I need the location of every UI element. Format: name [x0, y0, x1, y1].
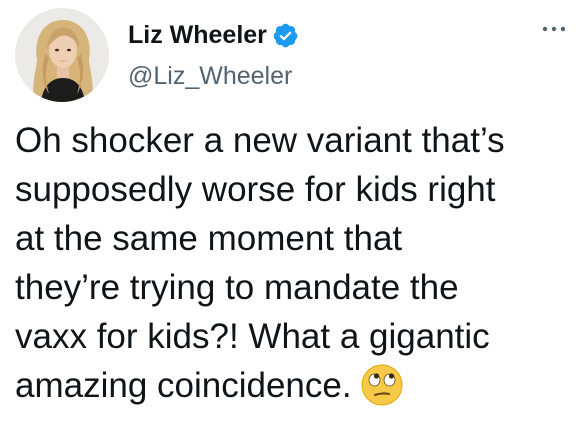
verified-badge-icon: [272, 22, 299, 49]
tweet-text-line: amazing coincidence.: [15, 366, 352, 405]
tweet-card: Liz Wheeler @Liz_Wheeler Oh shocker a ne…: [0, 0, 581, 424]
author-handle[interactable]: @Liz_Wheeler: [128, 60, 292, 92]
more-options-icon[interactable]: [536, 14, 572, 44]
tweet-text-line: vaxx for kids?! What a gigantic: [15, 317, 490, 356]
author-name-row: Liz Wheeler: [128, 19, 299, 51]
tweet-text-line: Oh shocker a new variant that’s: [15, 121, 505, 160]
tweet-text-line: they’re trying to mandate the: [15, 268, 459, 307]
author-display-name[interactable]: Liz Wheeler: [128, 19, 267, 51]
tweet-text-line: supposedly worse for kids right: [15, 170, 496, 209]
tweet-text-last-line: amazing coincidence.: [15, 361, 575, 410]
face-with-rolling-eyes-icon: [360, 363, 404, 407]
tweet-text: Oh shocker a new variant that’s supposed…: [15, 116, 575, 410]
tweet-text-line: at the same moment that: [15, 219, 403, 258]
avatar[interactable]: [15, 8, 109, 102]
